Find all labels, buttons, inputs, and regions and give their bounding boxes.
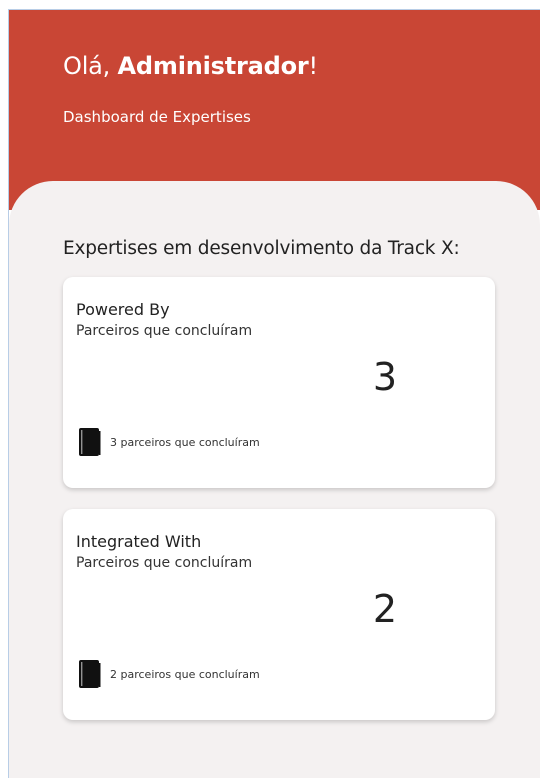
card-footer: 2 parceiros que concluíram (78, 659, 260, 689)
card-count: 2 (372, 587, 397, 631)
card-subtitle: Parceiros que concluíram (76, 555, 253, 571)
app-frame: Olá, Administrador! Dashboard de Experti… (8, 9, 540, 778)
greeting-prefix: Olá, (63, 52, 118, 80)
page-subtitle: Dashboard de Expertises (63, 108, 251, 126)
card-footer-text: 3 parceiros que concluíram (110, 435, 260, 449)
card-subtitle: Parceiros que concluíram (76, 323, 253, 339)
user-name: Administrador (117, 52, 309, 80)
card-footer-text: 2 parceiros que concluíram (110, 667, 260, 681)
section-title: Expertises em desenvolvimento da Track X… (63, 238, 460, 259)
card-count: 3 (372, 355, 397, 399)
greeting-suffix: ! (308, 52, 319, 80)
card-footer: 3 parceiros que concluíram (78, 427, 260, 457)
card-title: Integrated With (76, 532, 202, 551)
book-icon (79, 660, 101, 688)
main-content: Expertises em desenvolvimento da Track X… (9, 181, 540, 778)
book-icon (79, 428, 101, 456)
expertise-card-powered-by[interactable]: Powered By Parceiros que concluíram 3 3 … (63, 277, 495, 488)
greeting: Olá, Administrador! (63, 52, 318, 80)
header: Olá, Administrador! Dashboard de Experti… (9, 10, 540, 210)
card-title: Powered By (76, 300, 170, 319)
expertise-card-integrated-with[interactable]: Integrated With Parceiros que concluíram… (63, 509, 495, 720)
